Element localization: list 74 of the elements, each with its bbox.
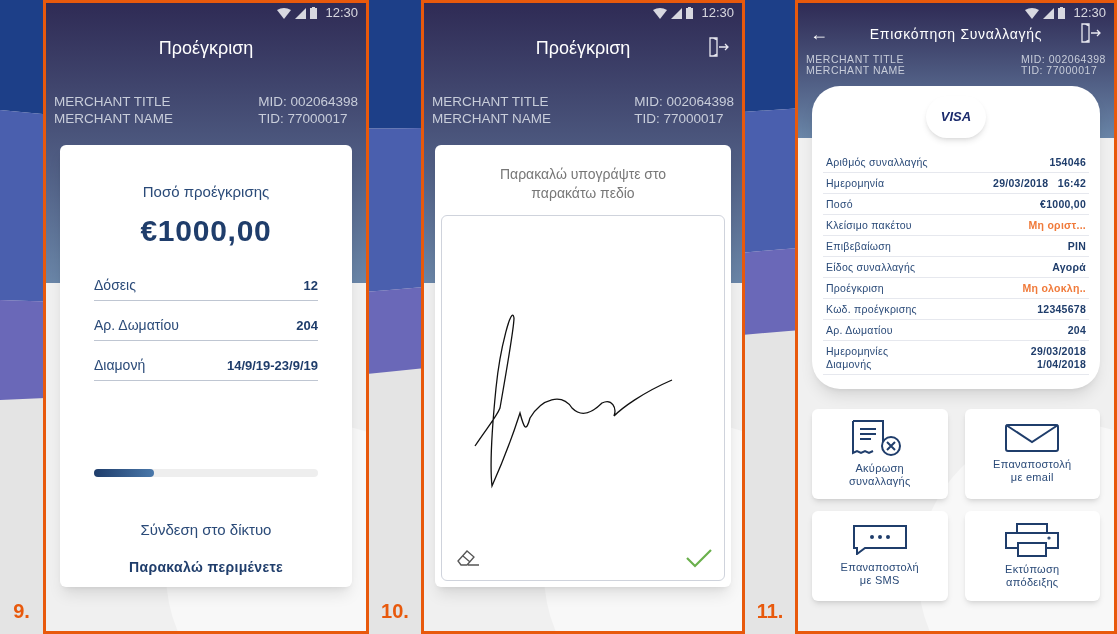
status-message: Σύνδεση στο δίκτυο xyxy=(140,519,272,540)
printer-icon xyxy=(1005,523,1060,557)
merchant-id: MID: 002064398 xyxy=(1021,54,1106,65)
detail-value: Μη ολοκλη.. xyxy=(1022,281,1087,295)
detail-value: 204 xyxy=(1067,323,1087,337)
detail-value: 12345678 xyxy=(1037,302,1087,316)
detail-value: 204 xyxy=(296,317,318,335)
merchant-title: MERCHANT TITLE xyxy=(806,54,905,65)
detail-label: Ημερομηνίες Διαμονής xyxy=(825,344,889,371)
detail-value: €1000,00 xyxy=(1040,197,1087,211)
check-icon[interactable] xyxy=(686,548,712,568)
signal-icon xyxy=(1043,7,1055,19)
detail-value: PIN xyxy=(1067,239,1087,253)
status-time: 12:30 xyxy=(701,4,734,23)
detail-label: Αρ. Δωματίου xyxy=(825,323,893,337)
signal-icon xyxy=(295,7,307,19)
action-tile[interactable]: Επαναποστολή με email xyxy=(964,409,1100,499)
exit-icon[interactable] xyxy=(1080,23,1102,43)
screen-title: Προέγκριση xyxy=(157,36,255,60)
battery-icon xyxy=(310,7,318,19)
terminal-id: TID: 77000017 xyxy=(258,110,349,127)
battery-icon xyxy=(1058,7,1066,19)
detail-label: Ποσό xyxy=(825,197,853,211)
screen-number: 10. xyxy=(381,599,409,624)
screen-number: 9. xyxy=(13,599,30,624)
terminal-id: TID: 77000017 xyxy=(634,110,725,127)
detail-value: 154046 xyxy=(1049,155,1087,169)
signal-icon xyxy=(671,7,683,19)
screen-number: 11. xyxy=(756,599,784,624)
wifi-icon xyxy=(653,7,668,19)
terminal-id: TID: 77000017 xyxy=(1021,65,1099,76)
merchant-title: MERCHANT TITLE xyxy=(432,93,550,110)
screen-title: Επισκόπηση Συναλλαγής xyxy=(868,24,1044,44)
detail-label: Αριθμός συναλλαγής xyxy=(825,155,928,169)
detail-label: Επιβεβαίωση xyxy=(825,239,892,253)
chat-bubble-icon xyxy=(852,525,907,555)
battery-icon xyxy=(686,7,694,19)
envelope-icon xyxy=(1005,424,1060,452)
eraser-icon[interactable] xyxy=(456,548,480,568)
card-brand-logo: VISA xyxy=(926,96,986,138)
detail-label: Κλείσιμο πακέτου xyxy=(825,218,912,232)
exit-icon[interactable] xyxy=(708,37,730,57)
detail-value: 14/9/19-23/9/19 xyxy=(226,357,318,375)
wait-message: Παρακαλώ περιμένετε xyxy=(128,558,283,577)
merchant-title: MERCHANT TITLE xyxy=(54,93,172,110)
screen-title: Προέγκριση xyxy=(534,36,632,60)
merchant-id: MID: 002064398 xyxy=(634,93,734,110)
detail-label: Αρ. Δωματίου xyxy=(94,315,179,335)
action-tile[interactable]: Εκτύπωση απόδειξης xyxy=(964,511,1100,601)
detail-value: Αγορά xyxy=(1052,260,1087,274)
detail-label: Διαμονή xyxy=(94,355,146,375)
detail-value: 12 xyxy=(303,277,318,295)
status-time: 12:30 xyxy=(325,4,358,23)
action-tile[interactable]: Επαναποστολή με SMS xyxy=(812,511,948,601)
status-time: 12:30 xyxy=(1073,4,1106,23)
merchant-id: MID: 002064398 xyxy=(258,93,358,110)
signature-prompt: Παρακαλώ υπογράψτε στο παρακάτω πεδίο xyxy=(498,165,668,203)
amount-value: €1000,00 xyxy=(140,212,272,249)
detail-value: 29/03/2018 16:42 xyxy=(993,176,1087,190)
detail-label: Δόσεις xyxy=(94,275,136,295)
detail-value: Μη οριστ... xyxy=(1028,218,1087,232)
wifi-icon xyxy=(1025,7,1040,19)
detail-label: Προέγκριση xyxy=(825,281,884,295)
merchant-name: MERCHANT NAME xyxy=(54,110,173,127)
detail-label: Ημερομηνία xyxy=(825,176,885,190)
detail-label: Είδος συναλλαγής xyxy=(825,260,916,274)
merchant-name: MERCHANT NAME xyxy=(806,65,906,76)
detail-value: 29/03/2018 1/04/2018 xyxy=(1030,344,1087,371)
detail-label: Κωδ. προέγκρισης xyxy=(825,302,917,316)
merchant-name: MERCHANT NAME xyxy=(432,110,551,127)
back-arrow[interactable]: ← xyxy=(810,23,828,44)
wifi-icon xyxy=(277,7,292,19)
action-tile[interactable]: Ακύρωση συναλλαγής xyxy=(812,409,948,499)
amount-label: Ποσό προέγκρισης xyxy=(142,182,270,202)
